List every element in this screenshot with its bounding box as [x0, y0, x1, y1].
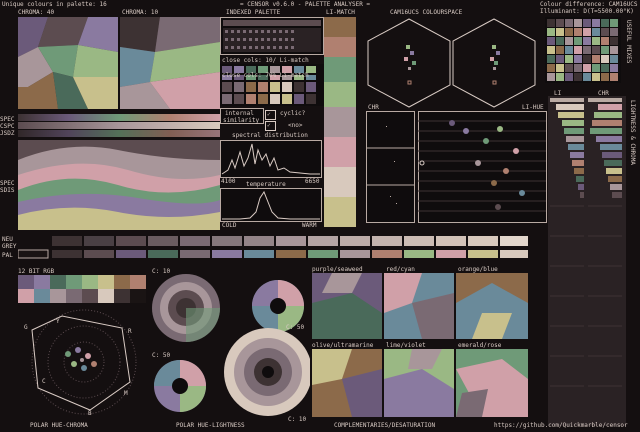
cyclic-checkbox[interactable]: ✓ [265, 121, 276, 131]
polar-hue-lightness-label: POLAR HUE-LIGHTNESS [176, 422, 245, 429]
polar-hue-chroma-label: POLAR HUE-CHROMA [30, 422, 88, 429]
chroma40-voronoi [18, 17, 118, 109]
temperature-plot [220, 188, 322, 222]
temperature-label: temperature [246, 181, 286, 188]
jsdz-label: JSDZ [0, 130, 15, 137]
similarity-checkbox[interactable]: ✓ [265, 110, 276, 120]
c50-label-b: C: 50 [152, 352, 171, 359]
spec-label: SPEC [0, 116, 15, 123]
chroma40-label: CHROMA: 40 [18, 9, 55, 16]
hue-r: R [128, 328, 132, 335]
cold-label: COLD [222, 222, 237, 229]
pair-label-1: purple/seaweed [312, 266, 363, 273]
grey-label: GREY [2, 243, 17, 250]
rgb-label: 12 BIT RGB [18, 268, 55, 275]
pal-label: PAL [2, 252, 13, 259]
useful-mixes-grid [545, 17, 621, 83]
illuminant-text: Illuminant: D(T=5500.00°K) [540, 8, 634, 15]
neu-label: NEU [2, 236, 13, 243]
rgb-strip [18, 275, 146, 303]
indexed-palette-grid [220, 17, 324, 55]
spectral-label: spectral distribution [232, 132, 308, 139]
complementaries-label: COMPLEMENTARIES/DESATURATION [334, 422, 436, 429]
polar-hue-chroma [31, 309, 137, 415]
polar-hue-lightness [152, 274, 310, 416]
hue-g: G [24, 324, 28, 331]
unique-colours-text: Unique colours in palette: 16 [2, 1, 107, 8]
spectral-landscape [18, 140, 220, 230]
chroma10-label: CHROMA: 10 [122, 9, 159, 16]
cyclic-label: cyclic? [280, 110, 306, 117]
app-title: = CENSOR v0.6.0 - PALETTE ANALYSER = [240, 1, 371, 8]
li-match-strip [324, 17, 356, 227]
wl-min: 4100 [221, 178, 236, 185]
li-hue-label: LI-HUE [522, 104, 544, 111]
close-cols-label-2: close cols: 70% Li-match [222, 72, 309, 79]
pair-label-3: orange/blue [458, 266, 498, 273]
internal-label: internal [225, 110, 254, 117]
hue-m: M [124, 390, 128, 397]
github-link[interactable]: https://github.com/Quickmarble/censor [494, 422, 628, 429]
colourspace-hexagons [367, 18, 536, 108]
close-cols-label-1: close cols: 10/ Li-match [222, 57, 309, 64]
cyclic-value: <no> [288, 122, 303, 129]
complementaries-row-2 [312, 349, 528, 417]
chr-label: CHR [368, 104, 379, 111]
internal-similarity-box: internal similarity [220, 108, 264, 124]
c10-label-b: C: 10 [288, 416, 307, 423]
c50-label-a: C: 50 [286, 324, 305, 331]
spectrum-bars [18, 114, 220, 137]
spectral-plot [220, 140, 322, 178]
sdis-label: SDIS [0, 187, 15, 194]
indexed-palette-label: INDEXED PALETTE [226, 9, 281, 16]
useful-mixes-label: USEFUL MIXES [625, 20, 632, 64]
palette-rows [18, 236, 528, 259]
colourspace-label: CAM16UCS COLOURSPACE [390, 9, 463, 16]
li-match-label: LI-MATCH [326, 9, 355, 16]
pair-label-2: red/cyan [386, 266, 415, 273]
warm-label: WARM [302, 222, 317, 229]
hue-b: B [88, 410, 92, 417]
cspc-label: CSPC [0, 123, 15, 130]
pair-label-5: lime/violet [386, 342, 426, 349]
spec2-label: SPEC [0, 180, 15, 187]
chr-lihue-plot [366, 111, 547, 223]
similarity-label: similarity [223, 117, 260, 124]
wl-max: 6650 [305, 178, 320, 185]
chroma10-voronoi [120, 17, 220, 109]
colour-difference-text: Colour difference: CAM16UCS [540, 1, 638, 8]
lightness-chroma-stacks [548, 96, 626, 426]
complementaries-row-1 [312, 273, 528, 339]
pair-label-4: olive/ultramarine [312, 342, 374, 349]
hue-y: Y [56, 318, 60, 325]
pair-label-6: emerald/rose [458, 342, 502, 349]
lightness-chroma-label: LIGHTNESS & CHROMA [629, 100, 636, 166]
close-cols-swatches-2 [220, 80, 324, 106]
hue-c: C [42, 378, 46, 385]
